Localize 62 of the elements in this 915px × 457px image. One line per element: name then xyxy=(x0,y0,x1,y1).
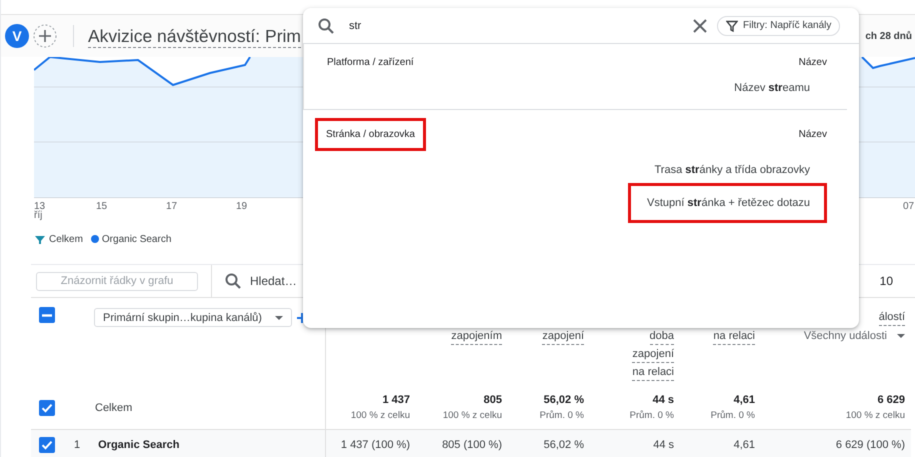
table-cell: 100 % z celku xyxy=(350,410,410,421)
avatar[interactable]: V xyxy=(5,24,29,48)
table-cell: 4,61 xyxy=(734,394,755,406)
table-cell: 1 437 xyxy=(382,394,410,406)
legend-label: Celkem xyxy=(49,234,83,244)
caret-icon xyxy=(897,334,905,338)
group-title: Stránka / obrazovka xyxy=(315,118,426,151)
filter-chip[interactable]: Filtry: Napříč kanály xyxy=(717,16,840,36)
minus-icon xyxy=(42,314,52,316)
table-cell: 805 (100 %) xyxy=(442,439,502,451)
dimension-dropdown[interactable]: Primární skupin…kupina kanálů) xyxy=(94,308,292,327)
legend-marker-icon xyxy=(34,233,46,245)
table-cell: Prům. 0 % xyxy=(630,410,674,421)
table-cell: 4,61 xyxy=(734,439,755,451)
search-icon xyxy=(318,18,334,34)
axis-label: 17 xyxy=(166,202,178,211)
table-cell: Prům. 0 % xyxy=(710,410,755,421)
axis-label: 07 xyxy=(903,202,914,211)
add-icon xyxy=(33,24,57,48)
column-header[interactable]: zapojení xyxy=(632,347,674,363)
table-cell: 100 % z celku xyxy=(846,410,905,421)
axis-label: říj xyxy=(34,211,44,220)
search-icon xyxy=(225,273,241,289)
group-title: Platforma / zařízení xyxy=(326,56,415,70)
axis-label: 19 xyxy=(236,202,248,211)
column-header[interactable]: zapojením xyxy=(451,329,502,345)
table-cell: Prům. 0 % xyxy=(540,410,584,421)
table-cell: 44 s xyxy=(653,439,674,451)
axis-label: 15 xyxy=(96,202,108,211)
checkbox[interactable] xyxy=(39,307,55,323)
event-selector[interactable]: Všechny události xyxy=(804,330,905,342)
row-number: 1 xyxy=(74,439,80,451)
table-cell: 44 s xyxy=(652,394,674,406)
row-label[interactable]: Organic Search xyxy=(98,439,180,451)
table-cell: 56,02 % xyxy=(544,439,584,451)
table-cell: 1 437 (100 %) xyxy=(340,439,410,451)
caret-icon xyxy=(275,316,283,320)
legend-label: Organic Search xyxy=(102,234,172,244)
table-cell: 6 629 (100 %) xyxy=(836,439,905,451)
column-header[interactable]: álostí xyxy=(878,310,905,326)
report-title[interactable]: Akvizice návštěvností: Prim xyxy=(88,24,301,48)
dimension-option[interactable]: Vstupní stránka + řetězec dotazu xyxy=(628,183,827,223)
dimension-option[interactable]: Trasa stránky a třída obrazovky xyxy=(636,157,827,183)
table-cell: 6 629 xyxy=(877,394,905,406)
dimension-option[interactable]: Název streamu xyxy=(715,75,827,101)
column-header[interactable]: na relaci xyxy=(632,365,674,381)
close-icon xyxy=(693,18,707,32)
column-label: Název xyxy=(798,129,827,140)
column-header[interactable]: doba xyxy=(650,329,674,345)
checkbox[interactable] xyxy=(39,400,55,416)
row-label: Celkem xyxy=(95,402,132,414)
date-range[interactable]: ch 28 dnů xyxy=(865,30,912,42)
table-cell: 805 xyxy=(484,394,502,406)
rows-per-page[interactable]: 10 xyxy=(880,274,893,288)
column-label: Název xyxy=(798,57,827,68)
table-cell: 56,02 % xyxy=(544,394,584,406)
checkbox[interactable] xyxy=(39,437,55,453)
table-cell: 100 % z celku xyxy=(442,410,502,421)
column-header[interactable]: zapojení xyxy=(542,329,584,345)
filter-icon xyxy=(726,20,738,32)
axis-label: 13 xyxy=(34,202,46,211)
column-header[interactable]: na relaci xyxy=(713,329,755,345)
